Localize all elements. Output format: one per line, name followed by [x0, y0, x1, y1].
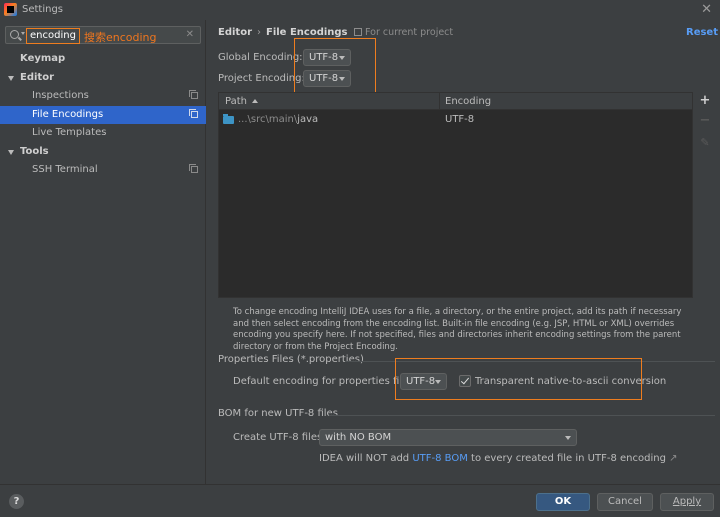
sidebar-item-keymap[interactable]: Keymap [0, 50, 206, 69]
sidebar-item-file-encodings[interactable]: File Encodings [0, 105, 206, 124]
utf8-bom-link[interactable]: UTF-8 BOM [412, 453, 468, 464]
sidebar-item-label: Tools [20, 145, 49, 157]
expand-arrow-icon[interactable] [8, 75, 14, 81]
dialog-footer: ? OK Cancel Apply [0, 484, 720, 517]
apply-button[interactable]: Apply [660, 493, 714, 511]
sidebar-item-tools[interactable]: Tools [0, 143, 206, 162]
project-scope-icon [354, 28, 362, 36]
settings-sidebar: encoding 搜索encoding ✕ Keymap Editor Insp… [0, 20, 206, 484]
intellij-logo-icon [4, 3, 17, 16]
sidebar-item-label: SSH Terminal [32, 164, 98, 175]
project-scope-text: For current project [365, 27, 454, 38]
sidebar-item-label: Editor [20, 71, 54, 83]
sidebar-item-inspections[interactable]: Inspections [0, 87, 206, 106]
close-icon[interactable]: ✕ [701, 2, 712, 17]
add-icon[interactable]: + [699, 94, 711, 107]
sidebar-item-label: Keymap [20, 53, 66, 64]
window-title: Settings [22, 4, 64, 15]
sidebar-item-label: File Encodings [32, 108, 104, 120]
global-encoding-label: Global Encoding: [218, 52, 303, 63]
sidebar-item-live-templates[interactable]: Live Templates [0, 124, 206, 143]
section-divider [329, 415, 715, 416]
file-encodings-panel: Editor › File Encodings For current projec… [207, 20, 720, 484]
table-header: Path Encoding [219, 93, 692, 110]
chevron-down-icon [565, 436, 571, 440]
project-scope-icon [189, 90, 198, 99]
table-toolbar: + − ✎ [695, 92, 715, 298]
ok-button[interactable]: OK [536, 493, 590, 511]
properties-section-title: Properties Files (*.properties) [218, 354, 364, 365]
expand-arrow-icon[interactable] [8, 149, 14, 155]
breadcrumb-current: File Encodings [266, 27, 348, 38]
search-value[interactable]: encoding [26, 28, 80, 44]
remove-icon[interactable]: − [699, 114, 711, 127]
path-encoding-table: Path Encoding ...\src\main\java UTF-8 [218, 92, 693, 298]
breadcrumb-parent: Editor [218, 27, 252, 38]
sort-ascending-icon [251, 99, 258, 103]
table-row[interactable]: ...\src\main\java UTF-8 [219, 111, 692, 128]
properties-default-label: Default encoding for properties files: [233, 376, 417, 387]
search-options-chevron-icon[interactable] [21, 32, 25, 35]
title-bar: Settings ✕ [0, 0, 720, 20]
project-encoding-label: Project Encoding: [218, 73, 305, 84]
bom-select[interactable]: with NO BOM [319, 429, 577, 446]
search-icon [10, 30, 19, 39]
breadcrumb-separator: › [257, 27, 261, 38]
clear-search-icon[interactable]: ✕ [186, 29, 194, 40]
cancel-button[interactable]: Cancel [597, 493, 653, 511]
external-link-icon[interactable]: ↗ [669, 453, 677, 464]
help-icon[interactable]: ? [9, 494, 24, 509]
bom-note: IDEA will NOT add UTF-8 BOM to every cre… [319, 453, 678, 464]
create-utf8-label: Create UTF-8 files: [233, 432, 326, 443]
folder-icon [223, 114, 234, 124]
search-annotation: 搜索encoding [84, 31, 157, 44]
sidebar-item-ssh-terminal[interactable]: SSH Terminal [0, 161, 206, 180]
row-path: ...\src\main\java [238, 114, 319, 125]
column-header-encoding[interactable]: Encoding [445, 93, 491, 110]
sidebar-item-editor[interactable]: Editor [0, 69, 206, 88]
reset-link[interactable]: Reset [686, 27, 718, 38]
settings-tree: Keymap Editor Inspections File Encodings… [0, 50, 206, 180]
encoding-highlight-box [294, 38, 376, 93]
sidebar-item-label: Inspections [32, 90, 89, 101]
properties-highlight-box [395, 358, 642, 400]
column-divider[interactable] [439, 93, 440, 110]
search-input[interactable]: encoding 搜索encoding ✕ [5, 26, 201, 44]
breadcrumb: Editor › File Encodings [218, 27, 348, 38]
project-scope-note: For current project [354, 27, 453, 38]
column-header-path[interactable]: Path [225, 93, 258, 110]
edit-icon[interactable]: ✎ [699, 137, 711, 149]
project-scope-icon [189, 164, 198, 173]
bom-select-value: with NO BOM [325, 432, 392, 443]
row-encoding[interactable]: UTF-8 [445, 111, 474, 128]
bom-section-title: BOM for new UTF-8 files [218, 408, 338, 419]
encoding-help-text: To change encoding IntelliJ IDEA uses fo… [233, 307, 682, 352]
project-scope-icon [189, 108, 198, 118]
sidebar-item-label: Live Templates [32, 127, 107, 138]
